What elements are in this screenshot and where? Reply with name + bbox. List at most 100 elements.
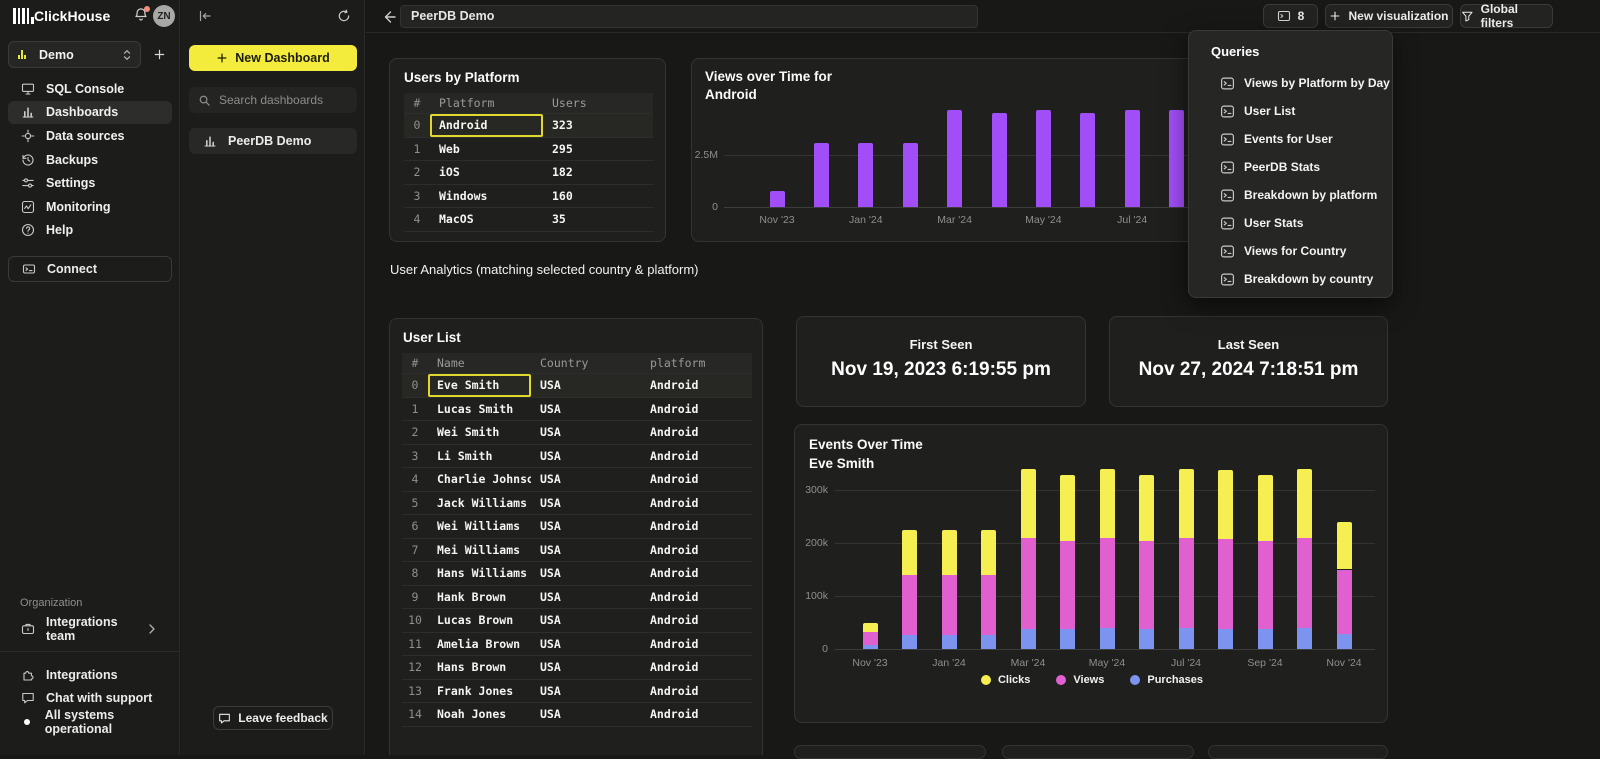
table-cell[interactable]: Hank Brown	[428, 586, 531, 609]
new-dashboard-button[interactable]: New Dashboard	[189, 45, 357, 71]
selected-cell[interactable]: Eve Smith	[428, 374, 531, 397]
table-cell[interactable]: Android	[641, 492, 752, 515]
bar-segment-views[interactable]	[1021, 538, 1036, 629]
bar-Dec23[interactable]	[814, 143, 829, 207]
table-row[interactable]: 0Eve SmithUSAAndroid	[402, 374, 752, 398]
bar-segment-views[interactable]	[1297, 538, 1312, 628]
table-row[interactable]: 8Hans WilliamsUSAAndroid	[402, 562, 752, 586]
bar-Apr24[interactable]	[992, 113, 1007, 207]
table-row[interactable]: 7Mei WilliamsUSAAndroid	[402, 539, 752, 563]
bar-segment-clicks[interactable]	[981, 530, 996, 575]
query-item-breakdown-by-platform[interactable]: Breakdown by platform	[1189, 181, 1392, 209]
bar-segment-purchases[interactable]	[1021, 629, 1036, 649]
bar-segment-clicks[interactable]	[942, 530, 957, 575]
table-cell[interactable]: USA	[531, 703, 641, 726]
bar-segment-views[interactable]	[902, 575, 917, 635]
bar-segment-purchases[interactable]	[1258, 629, 1273, 649]
table-cell[interactable]: USA	[531, 421, 641, 444]
table-cell[interactable]: 182	[543, 161, 653, 184]
table-cell[interactable]: 2	[404, 161, 430, 184]
table-cell[interactable]: 3	[404, 185, 430, 208]
organization-team-item[interactable]: Integrations team	[8, 617, 172, 640]
legend-item-clicks[interactable]: Clicks	[981, 674, 1030, 686]
table-cell[interactable]: 2	[402, 421, 428, 444]
table-row[interactable]: 2iOS182	[404, 161, 653, 185]
bar-segment-clicks[interactable]	[1060, 475, 1075, 541]
table-row[interactable]: 11Amelia BrownUSAAndroid	[402, 633, 752, 657]
bar-segment-clicks[interactable]	[1218, 470, 1233, 539]
bar-segment-views[interactable]	[863, 632, 878, 646]
bar-segment-purchases[interactable]	[1100, 628, 1115, 649]
global-filters-button[interactable]: Global filters	[1460, 4, 1553, 28]
table-cell[interactable]: 5	[402, 492, 428, 515]
query-item-views-for-country[interactable]: Views for Country	[1189, 237, 1392, 265]
bar-segment-views[interactable]	[1179, 538, 1194, 628]
table-cell[interactable]: Hans Williams	[428, 562, 531, 585]
table-cell[interactable]: Mei Williams	[428, 539, 531, 562]
leave-feedback-button[interactable]: Leave feedback	[213, 706, 333, 730]
table-row[interactable]: 13Frank JonesUSAAndroid	[402, 680, 752, 704]
table-cell[interactable]: USA	[531, 562, 641, 585]
table-cell[interactable]: Jack Williams	[428, 492, 531, 515]
sidebar-item-settings[interactable]: Settings	[8, 171, 172, 195]
queries-count-button[interactable]: 8	[1263, 4, 1318, 28]
table-cell[interactable]: USA	[531, 374, 641, 397]
table-cell[interactable]: USA	[531, 398, 641, 421]
table-cell[interactable]: Lucas Smith	[428, 398, 531, 421]
table-cell[interactable]: 323	[543, 114, 653, 137]
table-cell[interactable]: 4	[402, 468, 428, 491]
table-cell[interactable]: 35	[543, 208, 653, 231]
legend-item-views[interactable]: Views	[1056, 674, 1104, 686]
query-item-user-stats[interactable]: User Stats	[1189, 209, 1392, 237]
table-cell[interactable]: Android	[641, 703, 752, 726]
sidebar-item-help[interactable]: Help	[8, 219, 172, 243]
bar-segment-clicks[interactable]	[1139, 475, 1154, 541]
footer-item-integrations[interactable]: Integrations	[8, 663, 172, 687]
bar-Jul24[interactable]	[1125, 110, 1140, 207]
bar-segment-views[interactable]	[1258, 541, 1273, 628]
table-cell[interactable]: Android	[641, 609, 752, 632]
bar-segment-purchases[interactable]	[1337, 634, 1352, 649]
bar-segment-clicks[interactable]	[863, 623, 878, 632]
table-row[interactable]: 12Hans BrownUSAAndroid	[402, 656, 752, 680]
table-cell[interactable]: USA	[531, 656, 641, 679]
bar-segment-purchases[interactable]	[863, 645, 878, 649]
bar-Nov23[interactable]	[770, 191, 785, 207]
add-service-button[interactable]	[149, 44, 169, 64]
bar-segment-clicks[interactable]	[1337, 522, 1352, 570]
table-cell[interactable]: 10	[402, 609, 428, 632]
bar-segment-clicks[interactable]	[1179, 469, 1194, 538]
table-cell[interactable]: Android	[641, 398, 752, 421]
table-cell[interactable]: 4	[404, 208, 430, 231]
table-row[interactable]: 4MacOS35	[404, 208, 653, 232]
bar-segment-purchases[interactable]	[1218, 629, 1233, 649]
table-cell[interactable]: Charlie Johnson	[428, 468, 531, 491]
table-cell[interactable]: 6	[402, 515, 428, 538]
table-cell[interactable]: 160	[543, 185, 653, 208]
dashboard-list-item[interactable]: PeerDB Demo	[189, 128, 357, 154]
bar-segment-clicks[interactable]	[902, 530, 917, 575]
table-row[interactable]: 10Lucas BrownUSAAndroid	[402, 609, 752, 633]
table-row[interactable]: 1Lucas SmithUSAAndroid	[402, 398, 752, 422]
table-cell[interactable]: 3	[402, 445, 428, 468]
selected-cell[interactable]: Android	[430, 114, 543, 137]
table-cell[interactable]: Android	[641, 445, 752, 468]
table-row[interactable]: 4Charlie JohnsonUSAAndroid	[402, 468, 752, 492]
search-dashboards-input[interactable]: Search dashboards	[189, 87, 357, 113]
bar-segment-views[interactable]	[1218, 539, 1233, 629]
table-row[interactable]: 1Web295	[404, 138, 653, 162]
table-row[interactable]: 3Li SmithUSAAndroid	[402, 445, 752, 469]
bar-segment-views[interactable]	[981, 575, 996, 635]
bar-segment-views[interactable]	[1337, 570, 1352, 635]
connect-button[interactable]: Connect	[8, 256, 172, 282]
table-cell[interactable]: Noah Jones	[428, 703, 531, 726]
table-cell[interactable]: USA	[531, 515, 641, 538]
query-item-user-list[interactable]: User List	[1189, 97, 1392, 125]
bar-Aug24[interactable]	[1169, 110, 1184, 207]
bar-segment-clicks[interactable]	[1297, 469, 1312, 538]
table-row[interactable]: 9Hank BrownUSAAndroid	[402, 586, 752, 610]
bar-segment-views[interactable]	[1139, 541, 1154, 628]
bar-May24[interactable]	[1036, 110, 1051, 207]
table-cell[interactable]: Web	[430, 138, 543, 161]
table-row[interactable]: 5Jack WilliamsUSAAndroid	[402, 492, 752, 516]
